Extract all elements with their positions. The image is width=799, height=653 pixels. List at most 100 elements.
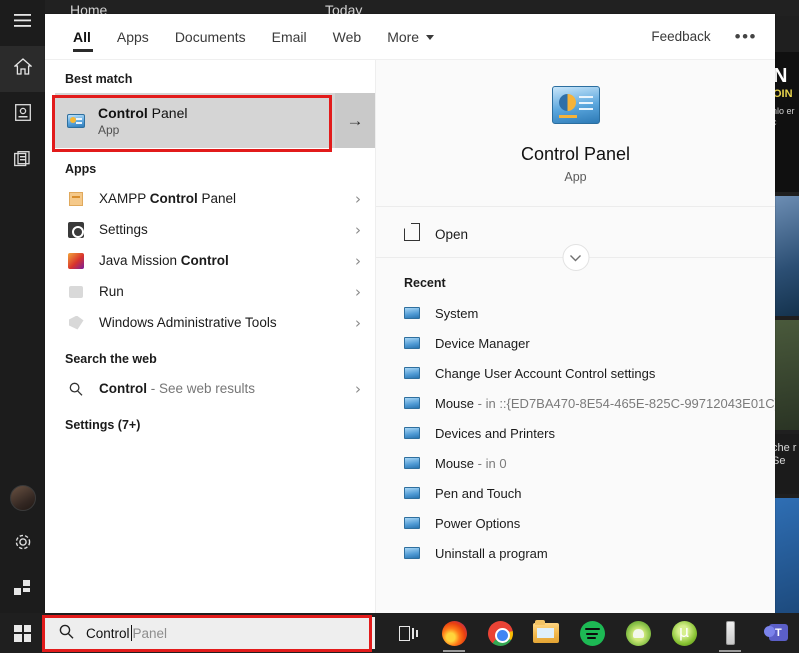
- list-item[interactable]: Run ›: [45, 276, 375, 307]
- chevron-right-icon[interactable]: ›: [355, 252, 361, 270]
- search-tabs: All Apps Documents Email Web More: [65, 14, 447, 60]
- recent-header: Recent: [404, 276, 446, 290]
- run-icon: [67, 283, 85, 301]
- tab-all[interactable]: All: [65, 14, 104, 60]
- list-item[interactable]: Devices and Printers: [376, 418, 775, 448]
- list-item[interactable]: Settings ›: [45, 214, 375, 245]
- control-panel-icon: [551, 86, 600, 124]
- start-menu-rail: [0, 0, 45, 613]
- sidebar-item-account[interactable]: [0, 475, 45, 521]
- list-item[interactable]: Mouse - in ::{ED7BA470-8E54-465E-825C-99…: [376, 388, 775, 418]
- pie-chart-glyph: [558, 94, 576, 111]
- tab-documents[interactable]: Documents: [162, 14, 259, 60]
- app-label: XAMPP Control Panel: [99, 191, 237, 206]
- tab-documents-label: Documents: [174, 28, 246, 45]
- file-explorer-icon: [533, 620, 559, 643]
- tab-web-label: Web: [332, 28, 362, 45]
- search-input[interactable]: Control Panel: [45, 617, 375, 649]
- control-panel-item-icon: [404, 517, 420, 529]
- recent-label: System: [435, 305, 479, 321]
- settings-gear-icon: [67, 221, 85, 239]
- chevron-right-icon[interactable]: ›: [355, 283, 361, 301]
- spotify-icon: [579, 620, 605, 646]
- tab-email[interactable]: Email: [259, 14, 320, 60]
- list-item[interactable]: Mouse - in 0: [376, 448, 775, 478]
- sidebar-item-pictures[interactable]: [0, 92, 45, 138]
- tab-email-label: Email: [271, 28, 307, 45]
- arrow-right-icon: →: [346, 110, 364, 130]
- firefox-icon: [441, 620, 467, 646]
- tab-web[interactable]: Web: [320, 14, 375, 60]
- best-match-title: Control Panel: [98, 105, 187, 121]
- search-header: All Apps Documents Email Web More Feedba…: [45, 14, 775, 60]
- control-panel-item-icon: [404, 457, 420, 469]
- search-typed-text: Control: [86, 625, 130, 641]
- chevron-down-icon: [426, 35, 435, 40]
- recent-label: Mouse - in 0: [435, 455, 507, 471]
- search-icon: [59, 624, 74, 642]
- taskbar-firefox[interactable]: [431, 613, 477, 653]
- open-action[interactable]: Open: [404, 221, 775, 247]
- android-studio-icon: [625, 620, 651, 646]
- expand-actions-button[interactable]: [562, 244, 589, 271]
- sidebar-item-menu[interactable]: [0, 0, 45, 46]
- list-item[interactable]: Windows Administrative Tools ›: [45, 307, 375, 338]
- app-label: Windows Administrative Tools: [99, 315, 277, 330]
- chevron-right-icon[interactable]: ›: [355, 314, 361, 332]
- chevron-down-icon: [570, 251, 582, 265]
- taskbar-file-explorer[interactable]: [523, 613, 569, 653]
- chevron-right-icon[interactable]: ›: [355, 221, 361, 239]
- sidebar-item-home[interactable]: [0, 46, 45, 92]
- taskbar-android-studio[interactable]: [615, 613, 661, 653]
- tab-apps[interactable]: Apps: [104, 14, 162, 60]
- control-panel-item-icon: [404, 397, 420, 409]
- taskbar-teams[interactable]: T: [753, 613, 799, 653]
- feedback-button[interactable]: Feedback: [651, 29, 710, 44]
- recent-label: Mouse - in ::{ED7BA470-8E54-465E-825C-99…: [435, 395, 775, 411]
- taskbar-light-app[interactable]: [707, 613, 753, 653]
- chevron-right-icon[interactable]: ›: [355, 190, 361, 208]
- list-item[interactable]: Power Options: [376, 508, 775, 538]
- gear-icon: [14, 533, 32, 556]
- list-item[interactable]: Device Manager: [376, 328, 775, 358]
- task-view-button[interactable]: [385, 613, 431, 653]
- list-item[interactable]: Change User Account Control settings: [376, 358, 775, 388]
- best-match-title-rest: Panel: [147, 104, 188, 121]
- tab-all-label: All: [73, 28, 91, 45]
- recent-label: Devices and Printers: [435, 425, 555, 441]
- best-match-title-bold: Control: [98, 104, 148, 121]
- list-item[interactable]: System: [376, 298, 775, 328]
- taskbar-utorrent[interactable]: [661, 613, 707, 653]
- list-item[interactable]: Pen and Touch: [376, 478, 775, 508]
- hamburger-icon: [14, 14, 31, 32]
- sidebar-item-settings[interactable]: [0, 521, 45, 567]
- tab-more[interactable]: More: [374, 14, 447, 60]
- taskbar-icons: T: [385, 613, 799, 653]
- best-match-control-panel[interactable]: Control Panel App: [55, 93, 335, 148]
- preview-subtitle: App: [564, 170, 587, 184]
- page-title: Control Panel: [520, 144, 631, 164]
- tab-more-label: More: [387, 28, 420, 45]
- taskbar-chrome[interactable]: [477, 613, 523, 653]
- app-label: Java Mission Control: [99, 253, 229, 268]
- slider-glyph: [578, 108, 593, 110]
- taskbar-spotify[interactable]: [569, 613, 615, 653]
- sidebar-item-power[interactable]: [0, 567, 45, 613]
- bar-glyph: [558, 115, 577, 118]
- app-label: Run: [99, 284, 124, 299]
- chevron-right-icon[interactable]: ›: [355, 380, 361, 398]
- control-panel-icon: [67, 113, 85, 128]
- more-options-icon[interactable]: •••: [735, 28, 757, 45]
- list-item-web-search[interactable]: Control - See web results ›: [45, 373, 375, 404]
- control-panel-item-icon: [404, 487, 420, 499]
- start-button[interactable]: [0, 613, 45, 653]
- sidebar-item-documents[interactable]: [0, 138, 45, 184]
- list-item[interactable]: Java Mission Control ›: [45, 245, 375, 276]
- apps-header: Apps: [65, 162, 97, 176]
- best-match-subtitle: App: [98, 122, 120, 137]
- task-view-icon: [398, 625, 418, 641]
- list-item[interactable]: XAMPP Control Panel ›: [45, 183, 375, 214]
- list-item[interactable]: Uninstall a program: [376, 538, 775, 568]
- best-match-arrow-button[interactable]: →: [335, 93, 375, 148]
- best-match-row-wrap: Control Panel App →: [45, 93, 375, 148]
